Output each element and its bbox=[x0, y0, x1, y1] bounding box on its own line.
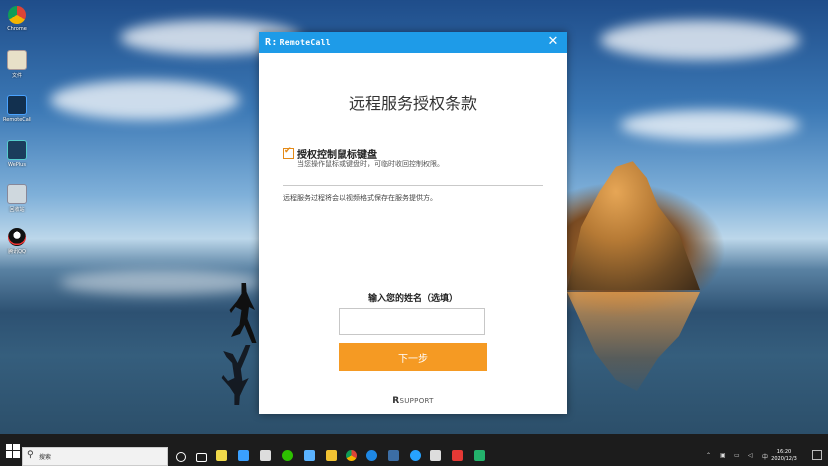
tray-expand-icon[interactable]: ⌃ bbox=[706, 452, 711, 459]
app-circle-icon[interactable] bbox=[410, 450, 421, 461]
brand-logo: R: RemoteCall bbox=[265, 32, 331, 53]
cloud bbox=[60, 270, 260, 295]
authorize-control-checkbox[interactable]: ✔ bbox=[283, 146, 294, 159]
runner-reflection bbox=[221, 345, 251, 405]
dialog-title: 远程服务授权条款 bbox=[348, 94, 477, 113]
desktop-icon-label: 文件 bbox=[11, 73, 22, 79]
weplus-icon bbox=[7, 140, 27, 160]
chrome-icon bbox=[8, 6, 26, 24]
cloud bbox=[620, 110, 800, 140]
wechat-icon[interactable] bbox=[282, 450, 293, 461]
recycle-bin-icon bbox=[7, 184, 27, 204]
cortana-icon[interactable] bbox=[176, 452, 186, 462]
sea-stack-rock bbox=[567, 161, 700, 290]
qq-penguin-icon bbox=[8, 228, 26, 246]
clock-date: 2020/12/3 bbox=[771, 456, 797, 462]
divider bbox=[283, 185, 543, 186]
taskbar-search-box[interactable]: ⚲ 搜索 bbox=[22, 447, 168, 466]
close-button[interactable]: ✕ bbox=[545, 34, 561, 50]
desktop-icon-recycle-bin[interactable]: 回收站 bbox=[3, 184, 31, 213]
chrome-taskbar-icon[interactable] bbox=[346, 450, 357, 461]
desktop-icon-label: Chrome bbox=[7, 26, 27, 32]
desktop-icon-label: 腾讯QQ bbox=[8, 249, 26, 255]
remotecall-dialog: R: RemoteCall ✕ 远程服务授权条款 ✔ 授权控制鼠标键盘 当您操作鼠标… bbox=[259, 32, 567, 414]
titlebar: R: RemoteCall ✕ bbox=[259, 32, 567, 53]
notification-center-icon[interactable] bbox=[812, 450, 822, 460]
desktop-icon-weplus[interactable]: WePlus bbox=[3, 140, 31, 168]
app-cloud-icon[interactable] bbox=[304, 450, 315, 461]
desktop-icon-file[interactable]: 文件 bbox=[3, 50, 31, 79]
rock-reflection bbox=[567, 292, 700, 391]
rsupport-logo: RSUPPORT bbox=[259, 396, 567, 406]
remotecall-icon bbox=[7, 95, 27, 115]
checkmark-icon: ✔ bbox=[284, 146, 292, 156]
clock-time: 16:20 bbox=[776, 449, 792, 455]
desktop-icon-remotecall[interactable]: RemoteCall bbox=[3, 95, 31, 123]
next-button[interactable]: 下一步 bbox=[339, 343, 487, 371]
app-green-icon[interactable] bbox=[474, 450, 485, 461]
app-window-icon[interactable] bbox=[388, 450, 399, 461]
search-placeholder: 搜索 bbox=[39, 454, 52, 461]
app-yellow-icon[interactable] bbox=[216, 450, 227, 461]
desktop-icon-chrome[interactable]: Chrome bbox=[3, 6, 31, 32]
file-icon bbox=[7, 50, 27, 70]
cloud bbox=[50, 80, 240, 120]
recording-notice: 远程服务过程将会以视频格式保存在服务提供方。 bbox=[283, 194, 437, 202]
runner-silhouette bbox=[229, 283, 257, 343]
authorize-control-description: 当您操作鼠标或键盘时，可临时收回控制权限。 bbox=[297, 160, 444, 168]
desktop-icon-label: WePlus bbox=[8, 162, 26, 168]
network-icon[interactable]: ▭ bbox=[734, 452, 740, 459]
desktop-icon-label: RemoteCall bbox=[3, 117, 31, 123]
brand-name: RemoteCall bbox=[279, 38, 331, 47]
cloud bbox=[600, 20, 800, 60]
desktop-icon-label: 回收站 bbox=[9, 207, 25, 213]
app-red-icon[interactable] bbox=[452, 450, 463, 461]
search-icon: ⚲ bbox=[27, 450, 34, 460]
volume-icon[interactable]: ◁ bbox=[748, 452, 753, 459]
app-notes-icon[interactable] bbox=[326, 450, 337, 461]
name-label: 输入您的姓名（选填） bbox=[367, 294, 458, 304]
ie-icon[interactable] bbox=[366, 450, 377, 461]
remotecall-logo-icon: R: bbox=[265, 37, 278, 48]
rsupport-logo-text: SUPPORT bbox=[399, 397, 434, 405]
taskbar-clock[interactable]: 16:20 2020/12/3 bbox=[764, 449, 804, 463]
desktop-icon-qq[interactable]: 腾讯QQ bbox=[3, 228, 31, 255]
tray-app-icon[interactable]: ▣ bbox=[720, 452, 726, 459]
app-blue-icon[interactable] bbox=[238, 450, 249, 461]
windows-start-icon[interactable] bbox=[6, 443, 20, 458]
name-input[interactable] bbox=[339, 308, 485, 335]
app-grey-icon[interactable] bbox=[260, 450, 271, 461]
app-doc-icon[interactable] bbox=[430, 450, 441, 461]
task-view-icon[interactable] bbox=[196, 453, 207, 462]
